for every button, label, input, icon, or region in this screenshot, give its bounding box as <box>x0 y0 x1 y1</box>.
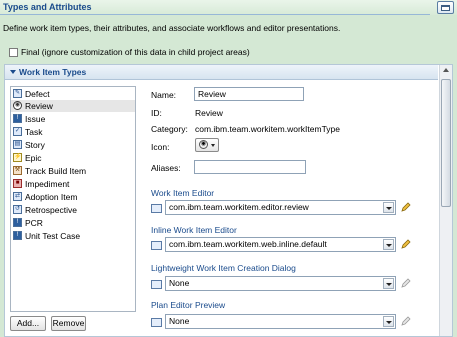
chevron-down-icon[interactable] <box>383 316 394 327</box>
edit-pencil-icon[interactable] <box>400 201 412 213</box>
list-item[interactable]: ✎ Defect <box>11 88 135 100</box>
work-item-editor-select[interactable]: com.ibm.team.workitem.editor.review <box>165 200 396 215</box>
list-item-label: Epic <box>25 153 42 163</box>
list-item-label: Track Build Item <box>25 166 87 176</box>
edit-pencil-icon <box>401 316 411 326</box>
list-item[interactable]: ↺ Retrospective <box>11 204 135 216</box>
collapse-arrow-icon[interactable] <box>10 70 16 74</box>
add-button[interactable]: Add... <box>10 316 46 331</box>
lightweight-dialog-select[interactable]: None <box>165 276 396 291</box>
lightweight-dialog-label: Lightweight Work Item Creation Dialog <box>151 263 296 273</box>
page-title: Types and Attributes <box>3 2 92 12</box>
final-checkbox-label[interactable]: Final (ignore customization of this data… <box>21 47 250 57</box>
review-icon: ◉ <box>199 140 208 149</box>
story-icon: ▤ <box>13 140 22 149</box>
aliases-field[interactable] <box>194 160 306 174</box>
list-item[interactable]: ! Issue <box>11 113 135 125</box>
review-icon: ◉ <box>13 101 22 110</box>
name-label: Name: <box>151 90 177 100</box>
edit-pencil-icon <box>401 278 411 288</box>
impediment-icon: ■ <box>13 179 22 188</box>
epic-icon: ⚡ <box>13 153 22 162</box>
list-item[interactable]: ▤ Story <box>11 139 135 151</box>
pcr-icon: ! <box>13 218 22 227</box>
list-item-label: Adoption Item <box>25 192 78 202</box>
id-value: Review <box>195 108 223 118</box>
task-icon: ✓ <box>13 127 22 136</box>
plan-preview-select[interactable]: None <box>165 314 396 329</box>
list-item-label: Issue <box>25 114 46 124</box>
list-item[interactable]: ✓ Task <box>11 126 135 138</box>
category-value: com.ibm.team.workitem.workItemType <box>195 124 341 134</box>
inline-editor-value: com.ibm.team.workitem.web.inline.default <box>169 239 327 249</box>
name-field[interactable]: Review <box>194 87 304 101</box>
aliases-label: Aliases: <box>151 163 181 173</box>
list-item[interactable]: ⇄ Adoption Item <box>11 191 135 203</box>
section-title[interactable]: Work Item Types <box>19 67 86 77</box>
page-description: Define work item types, their attributes… <box>3 23 341 33</box>
work-item-editor-value: com.ibm.team.workitem.editor.review <box>169 202 309 212</box>
list-item[interactable]: ■ Impediment <box>11 178 135 190</box>
edit-pencil-icon[interactable] <box>400 238 412 250</box>
adoption-icon: ⇄ <box>13 192 22 201</box>
list-item-label: Unit Test Case <box>25 231 81 241</box>
icon-label: Icon: <box>151 142 170 152</box>
defect-icon: ✎ <box>13 89 22 98</box>
chevron-down-icon[interactable] <box>383 202 394 213</box>
list-item[interactable]: ! Unit Test Case <box>11 230 135 242</box>
plan-preview-label: Plan Editor Preview <box>151 300 226 310</box>
inline-editor-select[interactable]: com.ibm.team.workitem.web.inline.default <box>165 237 396 252</box>
maximize-icon <box>441 5 450 11</box>
unit-test-icon: ! <box>13 231 22 240</box>
category-label: Category: <box>151 124 188 134</box>
chevron-down-icon <box>211 144 215 147</box>
list-item[interactable]: ⚡ Epic <box>11 152 135 164</box>
icon-picker-button[interactable]: ◉ <box>195 138 219 152</box>
list-item[interactable]: ⚒ Track Build Item <box>11 165 135 177</box>
chevron-down-icon[interactable] <box>383 278 394 289</box>
plan-preview-icon <box>151 318 162 327</box>
list-item-label: Defect <box>25 89 50 99</box>
scroll-up-icon[interactable] <box>443 68 449 72</box>
plan-preview-value: None <box>169 316 190 326</box>
chevron-down-icon[interactable] <box>383 239 394 250</box>
list-item-label: Impediment <box>25 179 70 189</box>
list-item[interactable]: ! PCR <box>11 217 135 229</box>
remove-button[interactable]: Remove <box>51 316 86 331</box>
issue-icon: ! <box>13 114 22 123</box>
retrospective-icon: ↺ <box>13 205 22 214</box>
lightweight-editor-icon <box>151 280 162 289</box>
maximize-button[interactable] <box>437 1 454 14</box>
inline-editor-icon <box>151 241 162 250</box>
id-label: ID: <box>151 108 162 118</box>
list-item-label: Story <box>25 140 45 150</box>
title-divider <box>0 14 430 15</box>
editor-icon <box>151 204 162 213</box>
list-item-label: Review <box>25 101 53 111</box>
list-item-label: Retrospective <box>25 205 77 215</box>
track-build-icon: ⚒ <box>13 166 22 175</box>
work-item-editor-label: Work Item Editor <box>151 188 215 198</box>
lightweight-dialog-value: None <box>169 278 190 288</box>
list-item[interactable]: ◉ Review <box>11 100 135 112</box>
scrollbar-thumb[interactable] <box>441 79 451 207</box>
work-item-type-list[interactable]: ✎ Defect ◉ Review ! Issue ✓ Task ▤ Story ⚡ Epi… <box>10 86 136 312</box>
list-item-label: Task <box>25 127 43 137</box>
final-checkbox[interactable] <box>9 48 18 57</box>
inline-editor-label: Inline Work Item Editor <box>151 225 237 235</box>
vertical-scrollbar[interactable] <box>439 65 452 336</box>
list-item-label: PCR <box>25 218 43 228</box>
